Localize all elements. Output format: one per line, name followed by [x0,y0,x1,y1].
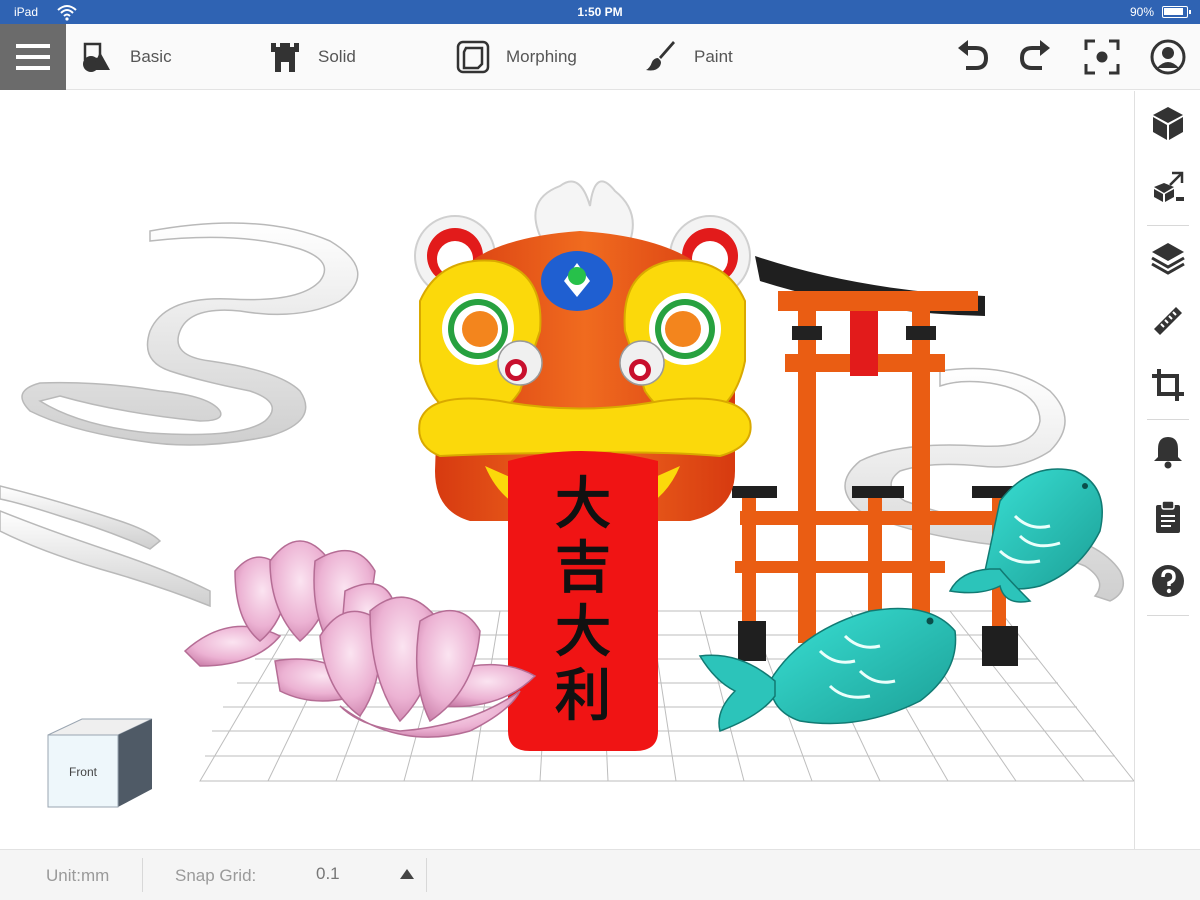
snap-grid-stepper[interactable] [398,864,416,884]
user-account-icon [1150,39,1186,75]
menu-button[interactable] [0,24,66,90]
tool-paint[interactable]: Paint [644,24,733,90]
help-icon [1152,565,1184,597]
3d-viewport[interactable]: 大 吉 大 利 Front [0,91,1134,849]
tool-solid[interactable]: Solid [268,24,356,90]
sidebar-item-transform[interactable] [1135,155,1200,219]
sidebar-item-crop[interactable] [1135,353,1200,417]
banner-characters: 大 吉 大 利 [555,472,611,729]
scene: 大 吉 大 利 [0,180,1134,782]
status-bar: iPad 1:50 PM 90% [0,0,1200,24]
tool-basic[interactable]: Basic [80,24,172,90]
sidebar-item-notifications[interactable] [1135,419,1200,483]
undo-button[interactable] [952,37,992,77]
crop-icon [1152,369,1184,401]
status-time: 1:50 PM [577,5,623,19]
view-cube-label: Front [68,765,97,779]
snap-grid-value[interactable]: 0.1 [316,864,340,884]
clipboard-icon [1156,500,1180,533]
view-cube-graphic [47,718,153,808]
tool-basic-label: Basic [130,47,172,66]
tool-morphing-label: Morphing [506,47,577,66]
banner-char-2: 吉 [555,536,611,601]
banner-char-4: 利 [555,664,611,729]
sidebar-item-cube[interactable] [1135,91,1200,155]
tower-icon [271,43,299,72]
sidebar-item-clipboard[interactable] [1135,485,1200,549]
banner-char-3: 大 [555,600,611,665]
banner-char-1: 大 [555,472,611,537]
bell-icon [1154,437,1182,469]
redo-icon [1019,40,1050,70]
triangle-up-icon [400,869,414,879]
tool-paint-label: Paint [694,47,733,66]
layers-icon [1151,243,1185,275]
focus-view-button[interactable] [1082,37,1122,77]
undo-icon [958,40,989,70]
paintbrush-icon [646,41,675,71]
battery-percent: 90% [1129,5,1154,19]
morph-cube-icon [456,40,490,74]
unit-label: Unit:mm [46,866,110,885]
focus-view-icon [1084,39,1120,75]
battery-icon [1162,6,1191,18]
transform-icon [1154,171,1184,202]
sidebar-item-ruler[interactable] [1135,289,1200,353]
cube-icon [1153,107,1183,140]
shapes-icon [83,42,110,72]
hamburger-menu-icon [16,44,50,70]
view-cube[interactable]: Front [44,715,156,810]
sidebar-item-layers[interactable] [1135,225,1200,289]
ruler-icon [1154,307,1182,335]
tool-solid-label: Solid [318,47,356,66]
sidebar-item-help[interactable] [1135,549,1200,613]
account-button[interactable] [1148,37,1188,77]
right-sidebar [1134,91,1200,849]
main-toolbar: Basic Solid Morphing Paint [0,24,1200,90]
bottom-status-bar: Unit:mm Snap Grid: 0.1 [0,849,1200,900]
tool-morphing[interactable]: Morphing [456,24,577,90]
redo-button[interactable] [1016,37,1056,77]
snap-grid-label: Snap Grid: [175,866,257,885]
